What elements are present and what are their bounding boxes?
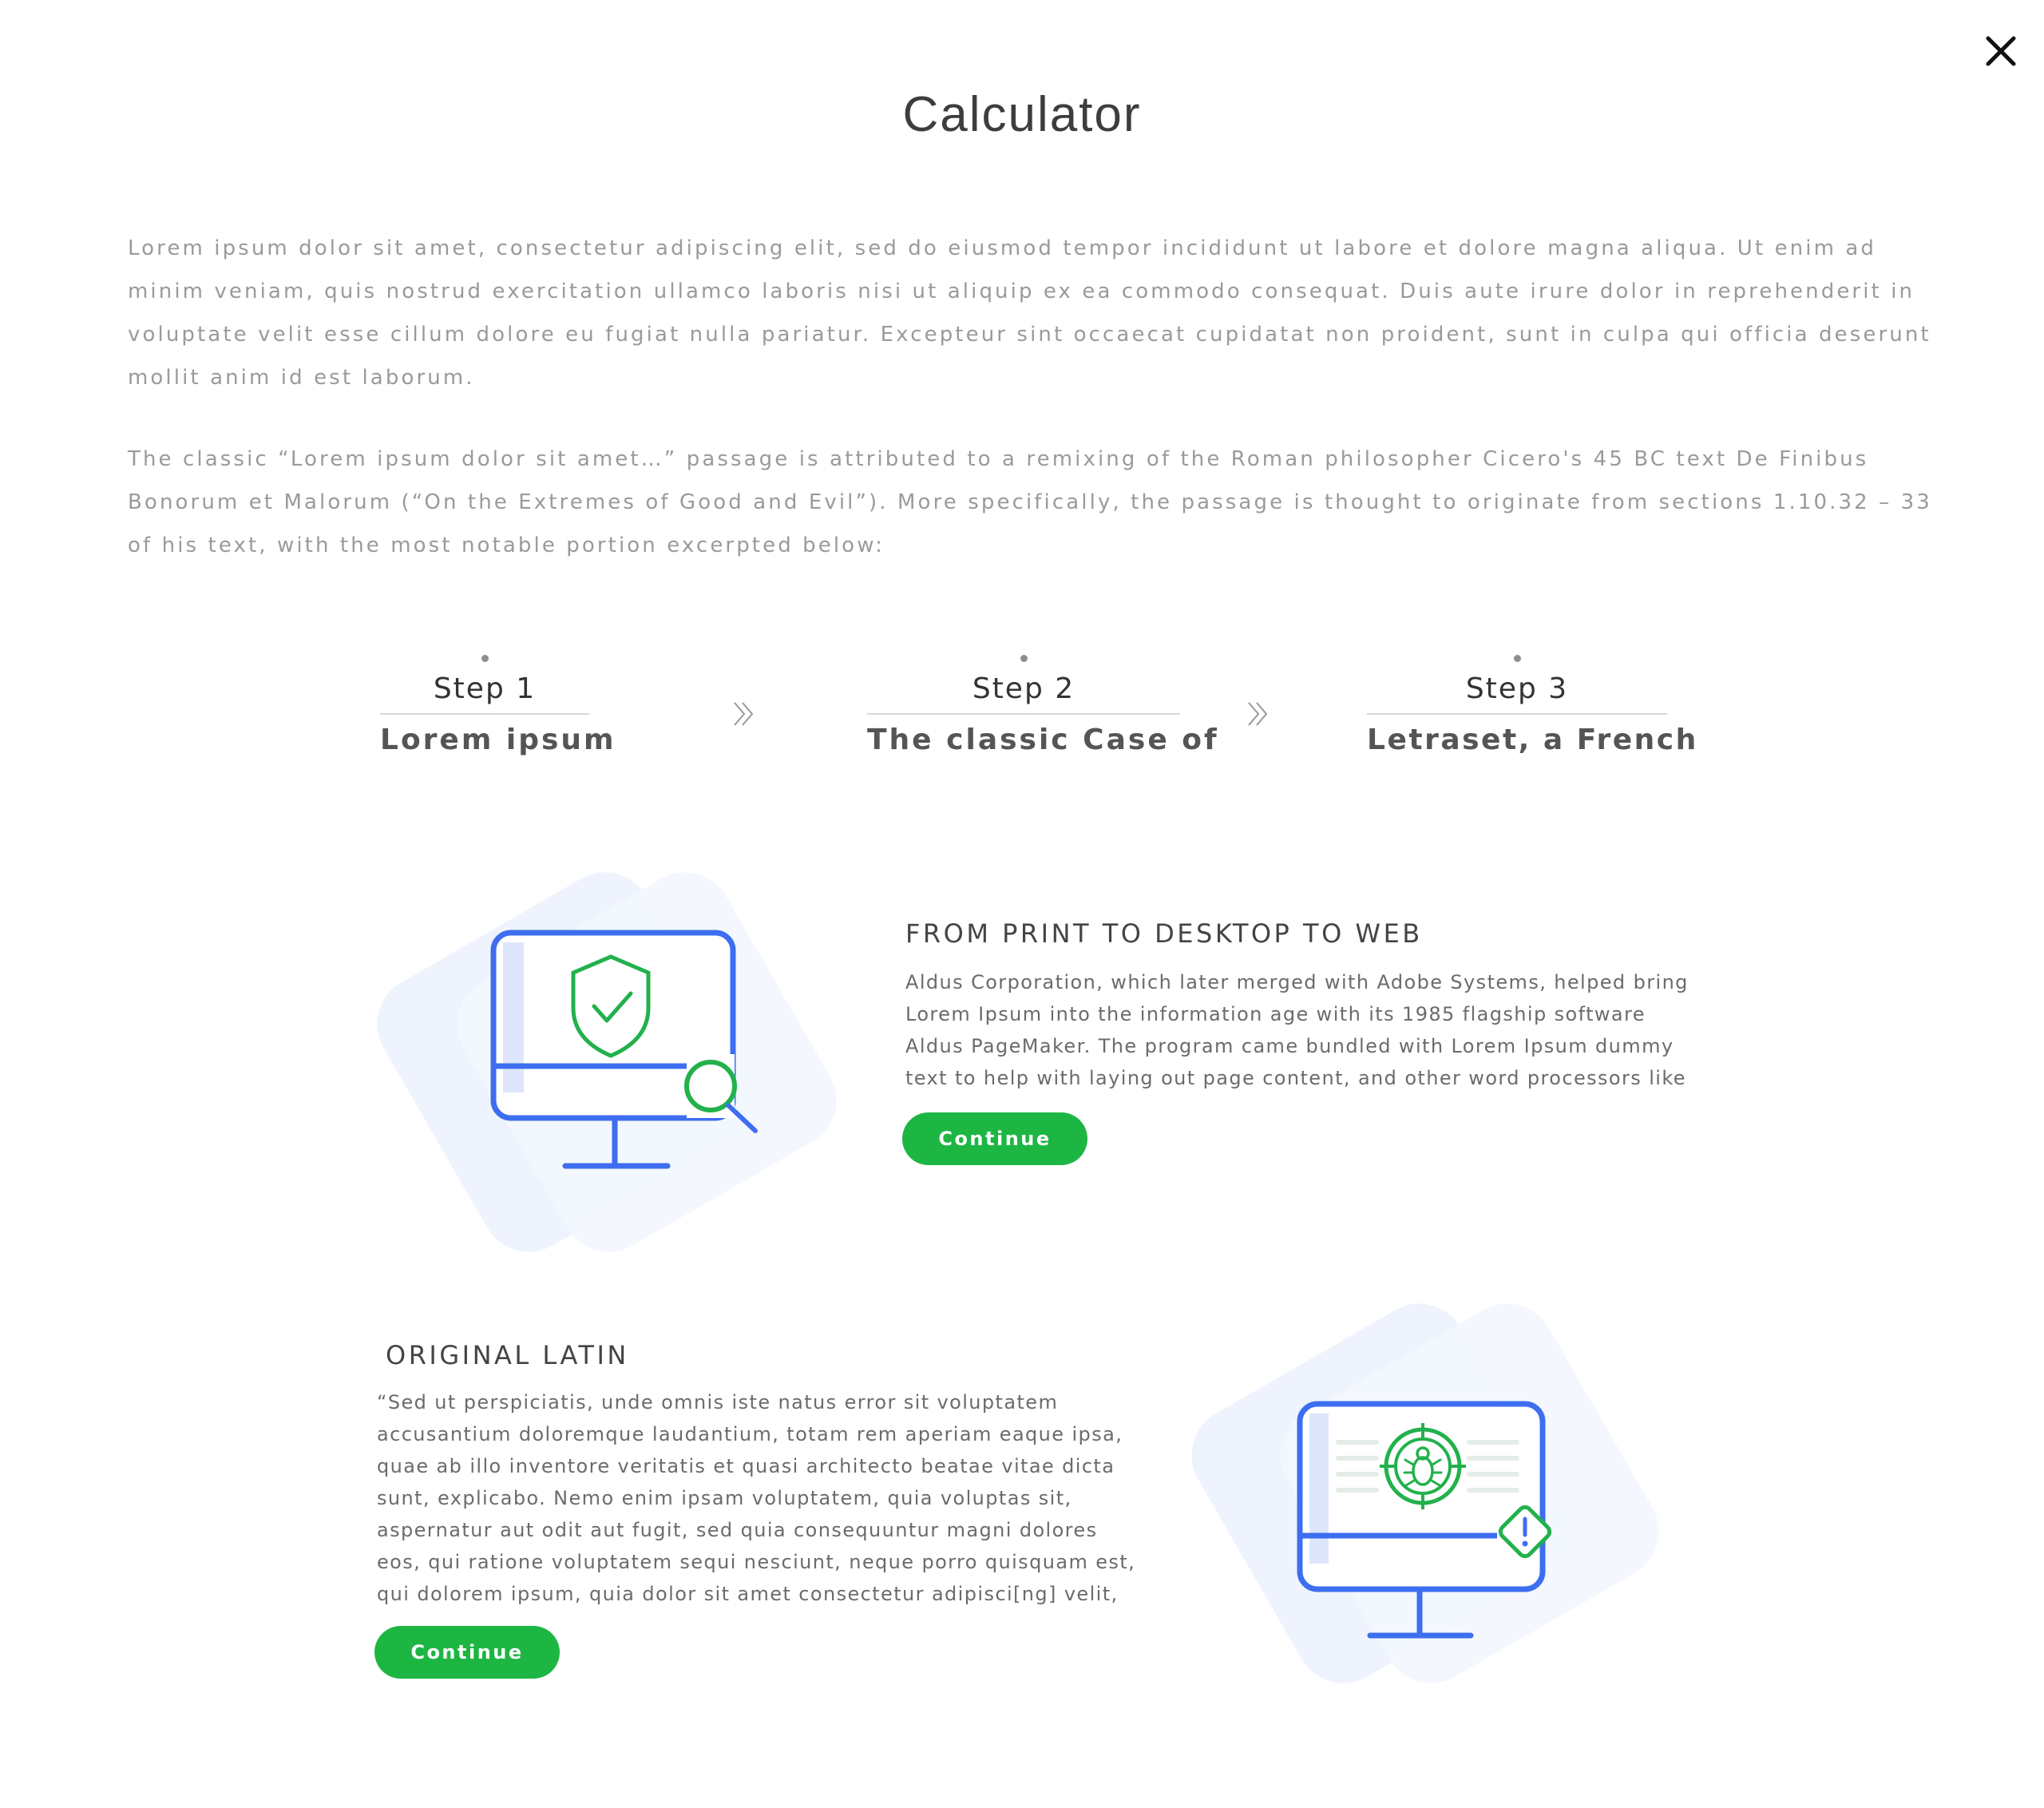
step-number: Step 2 xyxy=(867,670,1180,715)
step-3[interactable]: Step 3 Letraset, a French xyxy=(1367,655,1698,761)
continue-button[interactable]: Continue xyxy=(374,1626,560,1679)
step-2[interactable]: Step 2 The classic Case of xyxy=(867,655,1219,761)
double-chevron-right-icon xyxy=(734,702,754,726)
step-dot xyxy=(481,655,489,662)
intro-paragraph-2: The classic “Lorem ipsum dolor sit amet…… xyxy=(128,447,1932,557)
step-dot xyxy=(1020,655,1028,662)
feature-description: “Sed ut perspiciatis, unde omnis iste na… xyxy=(377,1391,1136,1605)
step-title: Letraset, a French xyxy=(1367,724,1698,756)
close-icon[interactable] xyxy=(1977,27,2025,75)
step-dot xyxy=(1513,655,1521,662)
feature-heading: ORIGINAL LATIN xyxy=(386,1340,629,1370)
continue-button[interactable]: Continue xyxy=(902,1112,1087,1165)
monitor-bug-warning-icon xyxy=(1191,1303,1659,1683)
step-title: Lorem ipsum xyxy=(380,724,616,756)
page-title: Calculator xyxy=(902,87,1142,142)
intro-paragraph-1: Lorem ipsum dolor sit amet, consectetur … xyxy=(128,236,1931,390)
feature-description: Aldus Corporation, which later merged wi… xyxy=(905,971,1689,1089)
step-number: Step 3 xyxy=(1367,670,1667,715)
step-1[interactable]: Step 1 Lorem ipsum xyxy=(380,655,616,761)
double-chevron-right-icon xyxy=(1248,702,1268,726)
monitor-shield-search-icon xyxy=(377,872,837,1252)
step-title: The classic Case of xyxy=(867,724,1219,756)
step-number: Step 1 xyxy=(380,670,589,715)
feature-heading: FROM PRINT TO DESKTOP TO WEB xyxy=(905,918,1423,949)
